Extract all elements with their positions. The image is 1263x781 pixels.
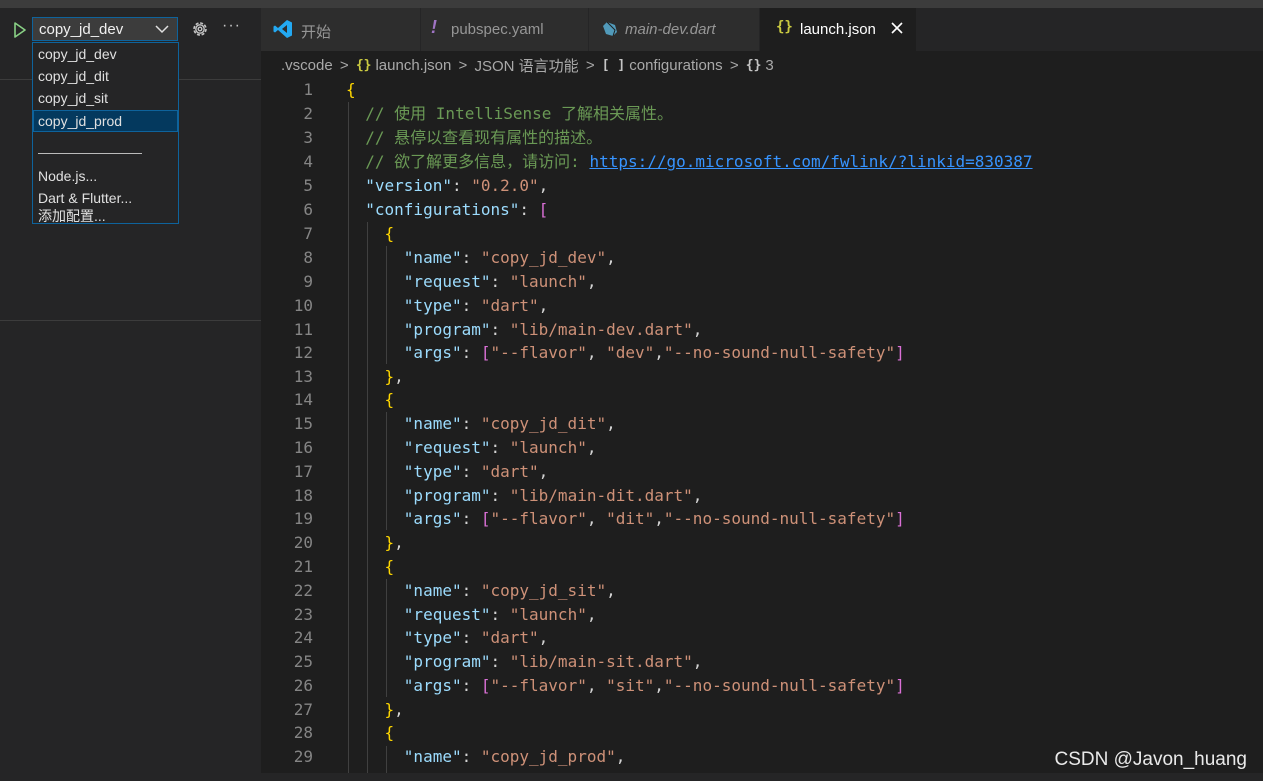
code-line: 17 "type": "dart", (293, 462, 549, 481)
tab-main-dev-dart[interactable]: main-dev.dart (589, 8, 760, 51)
tab-welcome[interactable]: 开始 (261, 8, 421, 51)
watermark: CSDN @Javon_huang (1054, 749, 1247, 770)
code-line: 28 { (293, 723, 395, 742)
dropdown-item-copy-jd-sit[interactable]: copy_jd_sit (33, 87, 178, 109)
code-line: 11 "program": "lib/main-dev.dart", (293, 320, 703, 339)
json-braces-icon: {} (776, 19, 793, 35)
code-line: 27 }, (293, 700, 404, 719)
breadcrumb: .vscode > {} launch.json > JSON 语言功能 > [ … (281, 55, 774, 77)
tab-label: pubspec.yaml (451, 21, 544, 38)
run-debug-sidebar: copy_jd_dev ··· copy_jd_dev copy_jd_dit … (0, 8, 261, 781)
breadcrumb-index[interactable]: 3 (765, 57, 773, 74)
code-line: 23 "request": "launch", (293, 605, 597, 624)
start-debugging-button[interactable] (10, 19, 30, 41)
horizontal-scrollbar[interactable] (261, 773, 1263, 781)
object-braces-icon: {} (745, 58, 762, 73)
code-line: 19 "args": ["--flavor", "dit","--no-soun… (293, 509, 905, 528)
code-line: 26 "args": ["--flavor", "sit","--no-soun… (293, 676, 905, 695)
tab-label: 开始 (301, 24, 332, 41)
yaml-exclamation-icon: ! (431, 17, 437, 37)
selected-config-label: copy_jd_dev (39, 21, 124, 38)
breadcrumb-array[interactable]: configurations (629, 57, 722, 74)
launch-config-select[interactable]: copy_jd_dev (32, 17, 178, 41)
array-brackets-icon: [ ] (601, 58, 626, 73)
chevron-right-icon: > (585, 57, 595, 74)
chevron-right-icon: > (458, 57, 468, 74)
code-line: 24 "type": "dart", (293, 628, 549, 647)
dropdown-item-copy-jd-dit[interactable]: copy_jd_dit (33, 65, 178, 87)
tab-pubspec-yaml[interactable]: ! pubspec.yaml (421, 8, 589, 51)
dropdown-item-dart-flutter[interactable]: Dart & Flutter... (33, 187, 178, 209)
breadcrumb-section[interactable]: JSON 语言功能 (474, 55, 578, 76)
code-line: 18 "program": "lib/main-dit.dart", (293, 486, 703, 505)
code-editor[interactable]: 1{ 2 // 使用 IntelliSense 了解相关属性。 3 // 悬停以… (261, 78, 1263, 773)
tab-label: main-dev.dart (625, 21, 716, 38)
dropdown-item-copy-jd-prod[interactable]: copy_jd_prod (33, 110, 178, 132)
fwlink-url[interactable]: https://go.microsoft.com/fwlink/?linkid=… (589, 152, 1032, 171)
dropdown-item-add-configuration[interactable]: 添加配置... (33, 209, 178, 223)
code-line: 7 { (303, 224, 395, 243)
gear-icon[interactable] (190, 19, 210, 39)
code-line: 8 "name": "copy_jd_dev", (303, 248, 616, 267)
chevron-down-icon (155, 25, 169, 34)
tab-launch-json[interactable]: {} launch.json (760, 8, 917, 51)
code-line: 22 "name": "copy_jd_sit", (293, 581, 616, 600)
code-line: 13 }, (293, 367, 404, 386)
title-bar-strip (0, 0, 1263, 8)
sidebar-divider (0, 320, 261, 321)
code-line: 21 { (293, 557, 395, 576)
chevron-right-icon: > (339, 57, 349, 74)
chevron-right-icon: > (729, 57, 739, 74)
editor-tab-bar: 开始 ! pubspec.yaml main-dev.dart {} launc… (261, 8, 1263, 51)
code-line: 15 "name": "copy_jd_dit", (293, 414, 616, 433)
code-line: 16 "request": "launch", (293, 438, 597, 457)
code-line: 5 "version": "0.2.0", (303, 176, 549, 195)
play-icon (14, 22, 26, 38)
code-line: 20 }, (293, 533, 404, 552)
code-line: 2 // 使用 IntelliSense 了解相关属性。 (303, 104, 674, 123)
code-line: 6 "configurations": [ (303, 200, 549, 219)
dropdown-item-copy-jd-dev[interactable]: copy_jd_dev (33, 43, 178, 65)
dart-icon (603, 22, 617, 36)
more-actions-icon[interactable]: ··· (222, 17, 244, 37)
close-icon[interactable] (888, 19, 906, 37)
config-dropdown-list: copy_jd_dev copy_jd_dit copy_jd_sit copy… (32, 42, 179, 224)
tab-label: launch.json (800, 21, 876, 38)
code-line: 4 // 欲了解更多信息，请访问: https://go.microsoft.c… (303, 152, 1033, 171)
code-line: 25 "program": "lib/main-sit.dart", (293, 652, 703, 671)
code-line: 12 "args": ["--flavor", "dev","--no-soun… (293, 343, 905, 362)
breadcrumb-file[interactable]: launch.json (375, 57, 451, 74)
code-line: 10 "type": "dart", (293, 296, 549, 315)
vscode-icon (273, 20, 292, 38)
code-line: 1{ (303, 80, 356, 99)
breadcrumb-folder[interactable]: .vscode (281, 57, 333, 74)
code-line: 3 // 悬停以查看现有属性的描述。 (303, 128, 603, 147)
json-braces-icon: {} (355, 58, 372, 73)
code-line: 9 "request": "launch", (303, 272, 597, 291)
dropdown-item-nodejs[interactable]: Node.js... (33, 165, 178, 187)
code-line: 14 { (293, 390, 395, 409)
dropdown-separator (38, 153, 142, 154)
